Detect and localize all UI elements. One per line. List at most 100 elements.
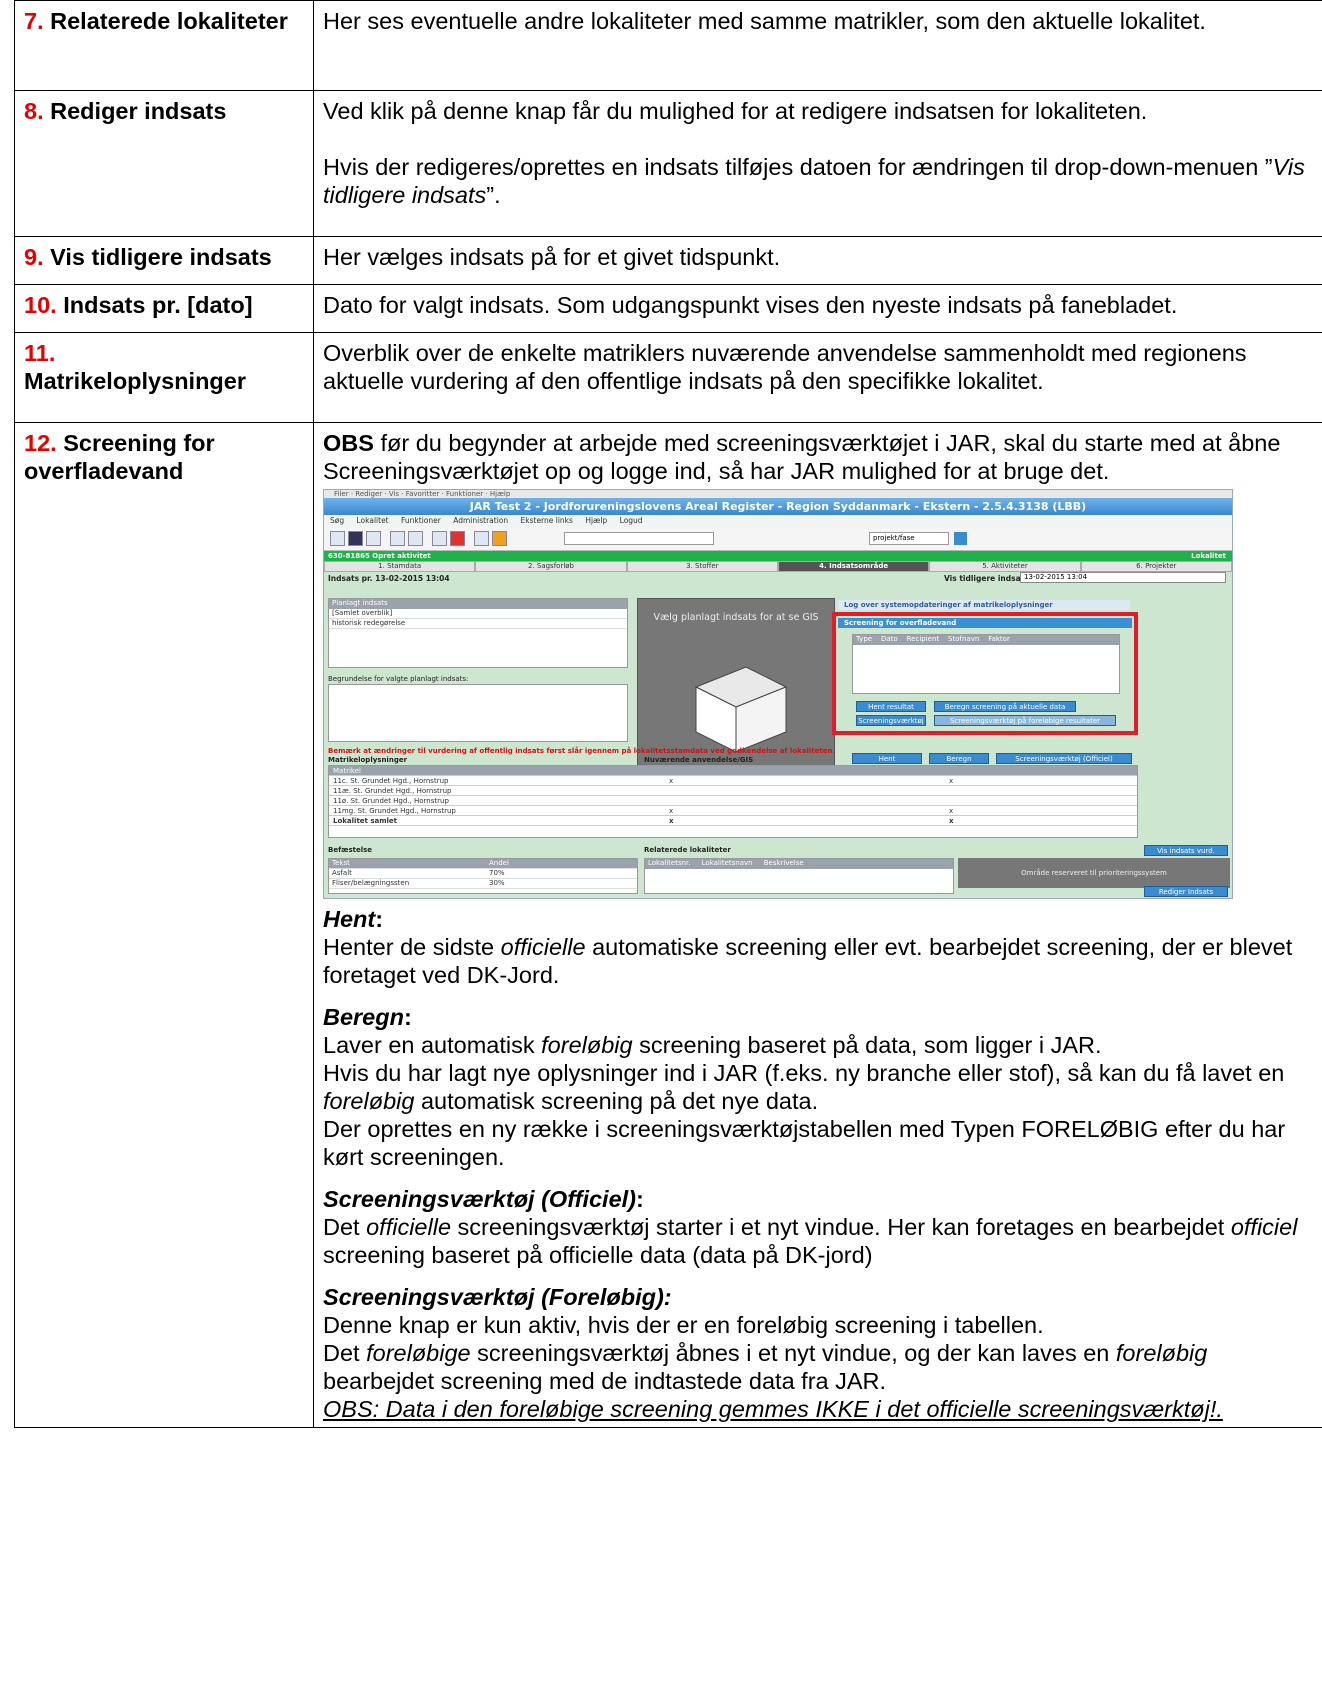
menu-item[interactable]: Administration bbox=[453, 516, 508, 525]
paragraph: Henter de sidste officielle automatiske … bbox=[323, 934, 1293, 988]
print-icon[interactable] bbox=[390, 531, 405, 546]
users-icon[interactable] bbox=[366, 531, 381, 546]
matrikel-table: Matrikel 11c. St. Grundet Hgd., Hornstru… bbox=[328, 765, 1138, 838]
tab-projekter[interactable]: 6. Projekter bbox=[1080, 561, 1232, 572]
table-row[interactable]: 11ø. St. Grundet Hgd., Hornstrup bbox=[329, 796, 1137, 806]
row-number: 9. bbox=[24, 244, 44, 270]
screening-officiel-button[interactable]: Screeningsværktøj (Officiel) bbox=[996, 753, 1132, 764]
beregn-button[interactable]: Beregn screening på aktuelle data bbox=[934, 701, 1076, 712]
row-number: 12. bbox=[24, 430, 57, 456]
exit-icon[interactable] bbox=[492, 531, 507, 546]
row-description: Her ses eventuelle andre lokaliteter med… bbox=[313, 0, 1322, 91]
planlagt-indsats-list[interactable]: Planlagt indsats [Samlet overblik] histo… bbox=[328, 598, 628, 668]
paragraph: Det officielle screeningsværktøj starter… bbox=[323, 1214, 1298, 1268]
table-header: Matrikel bbox=[329, 766, 1137, 776]
tab-indsatsomrade[interactable]: 4. Indsatsområde bbox=[777, 561, 930, 572]
menu-item[interactable]: Søg bbox=[330, 516, 344, 525]
project-select[interactable]: projekt/fase bbox=[869, 532, 949, 545]
table-row: Fliser/belægningssten 30% bbox=[329, 879, 637, 889]
list-item[interactable]: [Samlet overblik] bbox=[329, 609, 627, 619]
row-title: Matrikeloplysninger bbox=[24, 368, 246, 394]
befaestelse-title: Befæstelse bbox=[328, 846, 373, 854]
obs-paragraph: OBS før du begynder at arbejde med scree… bbox=[323, 430, 1281, 484]
toolbar: projekt/fase bbox=[324, 527, 1232, 551]
paragraph: Ved klik på denne knap får du mulighed f… bbox=[323, 98, 1148, 124]
new-document-icon[interactable] bbox=[330, 531, 345, 546]
row-label: 7. Relaterede lokaliteter bbox=[14, 0, 314, 91]
table-row: 10. Indsats pr. [dato] Dato for valgt in… bbox=[14, 284, 1322, 333]
row-title: Vis tidligere indsats bbox=[50, 244, 272, 270]
menu-item[interactable]: Lokalitet bbox=[357, 516, 389, 525]
help-table: 7. Relaterede lokaliteter Her ses eventu… bbox=[14, 0, 1322, 1428]
app-title: JAR Test 2 - Jordforureningslovens Areal… bbox=[324, 498, 1232, 515]
matrikel-title: Matrikeloplysninger bbox=[328, 756, 408, 764]
row-description: Ved klik på denne knap får du mulighed f… bbox=[313, 90, 1322, 237]
paragraph: Hvis du har lagt nye oplysninger ind i J… bbox=[323, 1060, 1285, 1114]
table-row[interactable]: 11c. St. Grundet Hgd., Hornstrup x x bbox=[329, 776, 1137, 786]
screeningsvaerktoj-forelobig-button[interactable]: Screeningsværktøj på foreløbige resultat… bbox=[934, 715, 1116, 726]
table-row: 9. Vis tidligere indsats Her vælges inds… bbox=[14, 236, 1322, 285]
tab-aktiviteter[interactable]: 5. Aktiviteter bbox=[929, 561, 1081, 572]
save-icon[interactable] bbox=[348, 531, 363, 546]
log-bar[interactable]: Log over systemopdateringer af matrikelo… bbox=[838, 600, 1130, 610]
beregn-heading: Beregn: bbox=[323, 1004, 412, 1030]
copy-icon[interactable] bbox=[474, 531, 489, 546]
table-row[interactable]: Lokalitet samlet x x bbox=[329, 816, 1137, 826]
go-button[interactable] bbox=[954, 532, 967, 545]
table-row: 7. Relaterede lokaliteter Her ses eventu… bbox=[14, 0, 1322, 91]
hent-resultat-button[interactable]: Hent resultat bbox=[856, 701, 926, 712]
reserveret-panel: Område reserveret til prioriteringssyste… bbox=[958, 858, 1230, 888]
row-number: 10. bbox=[24, 292, 57, 318]
table-row: 8. Rediger indsats Ved klik på denne kna… bbox=[14, 90, 1322, 237]
row-title: Rediger indsats bbox=[50, 98, 227, 124]
hent-heading: Hent: bbox=[323, 906, 384, 932]
tab-stoffer[interactable]: 3. Stoffer bbox=[626, 561, 778, 572]
paragraph: Der oprettes en ny række i screeningsvær… bbox=[323, 1116, 1286, 1170]
vis-tidligere-select[interactable]: 13-02-2015 13:04 bbox=[1020, 572, 1226, 583]
vis-tidligere-label: Vis tidligere indsats bbox=[944, 574, 1029, 583]
menu-item[interactable]: Hjælp bbox=[585, 516, 607, 525]
row-number: 8. bbox=[24, 98, 44, 124]
report-icon[interactable] bbox=[432, 531, 447, 546]
app-menu: Søg Lokalitet Funktioner Administration … bbox=[324, 515, 1232, 527]
menu-item[interactable]: Logud bbox=[620, 516, 643, 525]
row-label: 11. Matrikeloplysninger bbox=[14, 332, 314, 423]
paragraph: Denne knap er kun aktiv, hvis der er en … bbox=[323, 1312, 1044, 1338]
officiel-heading: Screeningsværktøj (Officiel): bbox=[323, 1186, 644, 1212]
row-description: OBS før du begynder at arbejde med scree… bbox=[313, 422, 1322, 1428]
obs-warning: OBS: Data i den foreløbige screening gem… bbox=[323, 1396, 1223, 1422]
relaterede-title: Relaterede lokaliteter bbox=[644, 846, 731, 854]
befaestelse-table: Tekst Andel Asfalt 70% Fliser/belægnings… bbox=[328, 858, 638, 894]
row-title: Indsats pr. [dato] bbox=[63, 292, 253, 318]
box-illustration bbox=[694, 666, 788, 753]
begrundelse-field[interactable] bbox=[328, 684, 628, 742]
beregn-small-button[interactable]: Beregn bbox=[929, 753, 989, 764]
search-input[interactable] bbox=[564, 532, 714, 545]
filter-icon[interactable] bbox=[450, 531, 465, 546]
screening-bar[interactable]: Screening for overfladevand bbox=[838, 618, 1132, 628]
table-row: 11. Matrikeloplysninger Overblik over de … bbox=[14, 332, 1322, 423]
table-row: Asfalt 70% bbox=[329, 869, 637, 879]
screeningsvaerktoj-button[interactable]: Screeningsværktøj bbox=[856, 715, 926, 726]
menu-item[interactable]: Eksterne links bbox=[521, 516, 573, 525]
indsats-date: Indsats pr. 13-02-2015 13:04 bbox=[328, 574, 450, 583]
jar-screenshot: Filer · Rediger · Vis · Favoritter · Fun… bbox=[323, 489, 1233, 899]
row-description: Her vælges indsats på for et givet tidsp… bbox=[313, 236, 1322, 285]
map-icon[interactable] bbox=[408, 531, 423, 546]
rediger-indsats-button[interactable]: Rediger Indsats bbox=[1144, 886, 1228, 897]
tab-stamdata[interactable]: 1. Stamdata bbox=[324, 561, 476, 572]
vis-indsats-vurd-button[interactable]: Vis indsats vurd. bbox=[1144, 845, 1228, 856]
hent-button[interactable]: Hent bbox=[852, 753, 922, 764]
menu-item[interactable]: Funktioner bbox=[401, 516, 441, 525]
list-item[interactable]: historisk redegørelse bbox=[329, 619, 627, 629]
relaterede-table: Lokalitetsnr. Lokalitetsnavn Beskrivelse bbox=[644, 858, 954, 894]
begrundelse-label: Begrundelse for valgte planlagt indsats: bbox=[328, 675, 469, 683]
tab-sagsforlob[interactable]: 2. Sagsforløb bbox=[475, 561, 627, 572]
paragraph: Det foreløbige screeningsværktøj åbnes i… bbox=[323, 1340, 1208, 1394]
table-row[interactable]: 11æ. St. Grundet Hgd., Hornstrup bbox=[329, 786, 1137, 796]
table-row[interactable]: 11mg. St. Grundet Hgd., Hornstrup x x bbox=[329, 806, 1137, 816]
row-label: 10. Indsats pr. [dato] bbox=[14, 284, 314, 333]
row-number: 11. bbox=[24, 340, 56, 366]
table-row: 12. Screening for overfladevand OBS før … bbox=[14, 422, 1322, 1428]
window-menu-strip: Filer · Rediger · Vis · Favoritter · Fun… bbox=[324, 490, 1232, 498]
